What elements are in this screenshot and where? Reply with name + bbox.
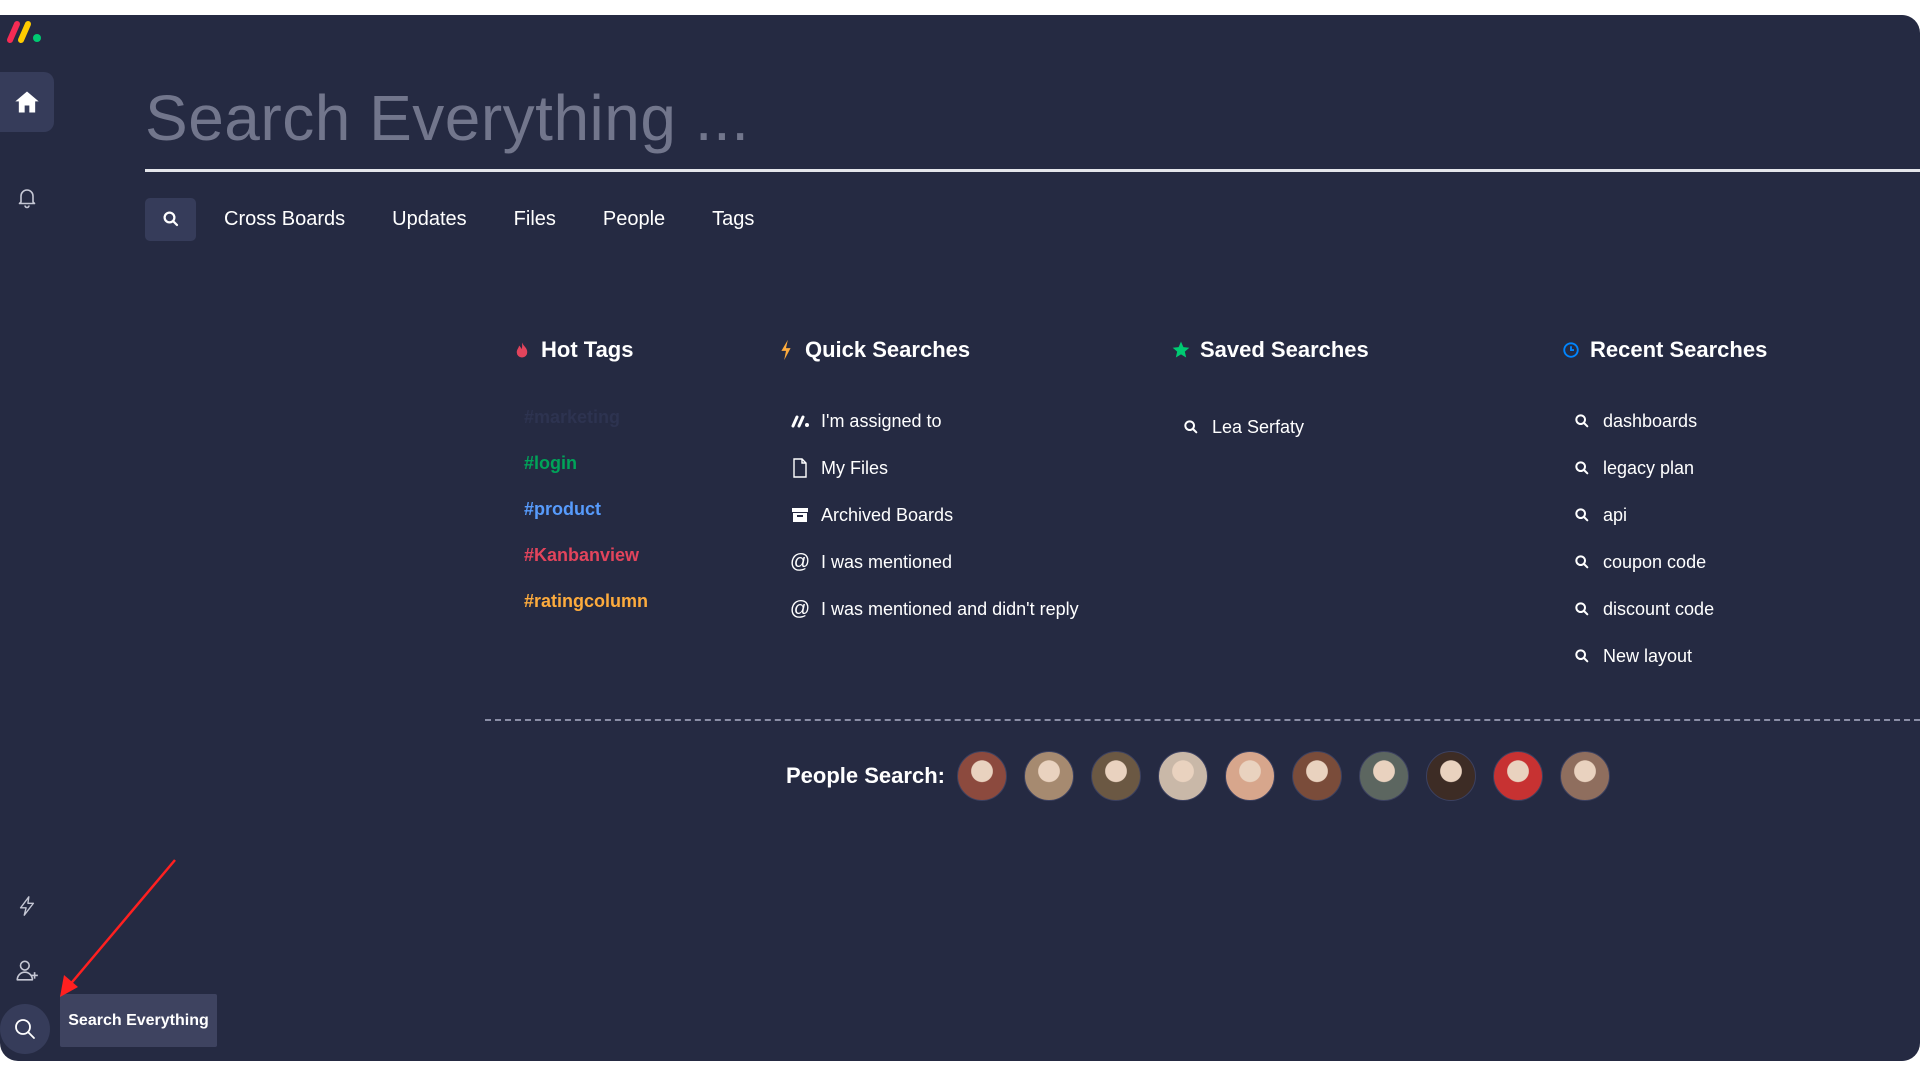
recent-searches-header: Recent Searches	[1560, 335, 1767, 365]
recent-search-label: dashboards	[1603, 410, 1698, 431]
saved-search-item[interactable]: Lea Serfaty	[1180, 414, 1304, 440]
recent-search-label: discount code	[1603, 598, 1715, 619]
hot-tags-header: Hot Tags	[511, 335, 633, 365]
quick-searches-column: Quick Searches	[775, 335, 970, 365]
recent-search-label: api	[1603, 504, 1628, 525]
person-avatar[interactable]	[1292, 751, 1342, 801]
filter-tab-people[interactable]: People	[603, 208, 665, 231]
saved-searches-title: Saved Searches	[1200, 337, 1369, 362]
recent-search-item[interactable]: New layout	[1571, 643, 1692, 669]
person-avatar[interactable]	[1158, 751, 1208, 801]
quick-search-label: I was mentioned	[821, 551, 953, 572]
tag-kanbanview[interactable]: #Kanbanview	[524, 545, 639, 566]
filter-all-button[interactable]	[145, 197, 196, 241]
file-icon	[789, 457, 811, 479]
search-everything-input[interactable]: Search Everything ...	[145, 81, 750, 155]
bell-icon	[18, 189, 36, 209]
person-avatar[interactable]	[1091, 751, 1141, 801]
hot-tags-title: Hot Tags	[541, 337, 634, 362]
annotation-arrow	[60, 859, 176, 997]
tag-ratingcolumn[interactable]: #ratingcolumn	[524, 591, 648, 612]
clock-icon	[1560, 339, 1582, 361]
search-underline	[145, 169, 1920, 172]
nav-invite-button[interactable]	[0, 945, 54, 995]
recent-search-item[interactable]: coupon code	[1571, 549, 1706, 575]
person-avatar[interactable]	[1024, 751, 1074, 801]
add-user-icon	[16, 960, 38, 981]
monday-logo-icon	[789, 410, 811, 432]
at-icon: @	[789, 550, 811, 573]
home-icon	[15, 91, 39, 113]
monday-logo-icon[interactable]	[4, 19, 48, 45]
recent-search-item[interactable]: dashboards	[1571, 408, 1697, 434]
search-filter-bar: Cross Boards Updates Files People Tags	[145, 195, 801, 243]
people-search-label: People Search:	[786, 763, 945, 788]
person-avatar[interactable]	[1225, 751, 1275, 801]
tag-login[interactable]: #login	[524, 453, 577, 474]
at-icon: @	[789, 597, 811, 620]
quick-search-label: I was mentioned and didn't reply	[821, 598, 1079, 619]
search-icon	[1571, 457, 1593, 479]
quick-searches-title: Quick Searches	[805, 337, 971, 362]
lightning-icon	[775, 339, 797, 361]
filter-tab-tags[interactable]: Tags	[712, 208, 754, 231]
person-avatar[interactable]	[1426, 751, 1476, 801]
recent-search-item[interactable]: legacy plan	[1571, 455, 1694, 481]
tag-product[interactable]: #product	[524, 499, 601, 520]
person-avatar[interactable]	[1560, 751, 1610, 801]
search-icon	[1571, 551, 1593, 573]
person-avatar[interactable]	[1493, 751, 1543, 801]
quick-search-mentioned-no-reply[interactable]: @ I was mentioned and didn't reply	[789, 596, 1079, 622]
search-icon	[1180, 416, 1202, 438]
nav-integrations-button[interactable]	[0, 883, 54, 929]
tag-marketing[interactable]: #marketing	[524, 407, 620, 428]
filter-tab-files[interactable]: Files	[514, 208, 556, 231]
search-icon	[1571, 410, 1593, 432]
recent-search-item[interactable]: discount code	[1571, 596, 1714, 622]
quick-search-label: Archived Boards	[821, 504, 954, 525]
recent-search-label: legacy plan	[1603, 457, 1695, 478]
nav-home-button[interactable]	[0, 72, 54, 132]
app-window: Search Everything Search Everything ... …	[0, 15, 1920, 1061]
person-avatar[interactable]	[1359, 751, 1409, 801]
recent-searches-title: Recent Searches	[1590, 337, 1768, 362]
search-icon	[1571, 598, 1593, 620]
quick-search-archived-boards[interactable]: Archived Boards	[789, 502, 953, 528]
person-avatar[interactable]	[957, 751, 1007, 801]
recent-searches-column: Recent Searches	[1560, 335, 1767, 365]
quick-search-my-files[interactable]: My Files	[789, 455, 888, 481]
nav-search-button[interactable]	[0, 1004, 50, 1054]
quick-search-label: I'm assigned to	[821, 410, 942, 431]
search-icon	[1571, 504, 1593, 526]
archive-icon	[789, 504, 811, 526]
filter-tab-cross-boards[interactable]: Cross Boards	[224, 208, 345, 231]
saved-search-label: Lea Serfaty	[1212, 416, 1305, 437]
quick-search-assigned[interactable]: I'm assigned to	[789, 408, 942, 434]
saved-searches-column: Saved Searches	[1170, 335, 1369, 365]
recent-search-label: coupon code	[1603, 551, 1707, 572]
saved-searches-header: Saved Searches	[1170, 335, 1369, 365]
quick-search-mentioned[interactable]: @ I was mentioned	[789, 549, 952, 575]
people-search-avatars	[957, 751, 1627, 801]
search-icon	[15, 1019, 35, 1039]
hot-tags-column: Hot Tags	[511, 335, 633, 365]
star-icon	[1170, 339, 1192, 361]
lightning-icon	[19, 896, 35, 916]
search-icon	[163, 211, 178, 227]
quick-searches-header: Quick Searches	[775, 335, 970, 365]
quick-search-label: My Files	[821, 457, 888, 478]
nav-notifications-button[interactable]	[0, 172, 54, 222]
filter-tab-updates[interactable]: Updates	[392, 208, 467, 231]
section-divider	[485, 719, 1920, 721]
search-icon	[1571, 645, 1593, 667]
fire-icon	[511, 339, 533, 361]
recent-search-label: New layout	[1603, 645, 1693, 666]
recent-search-item[interactable]: api	[1571, 502, 1627, 528]
